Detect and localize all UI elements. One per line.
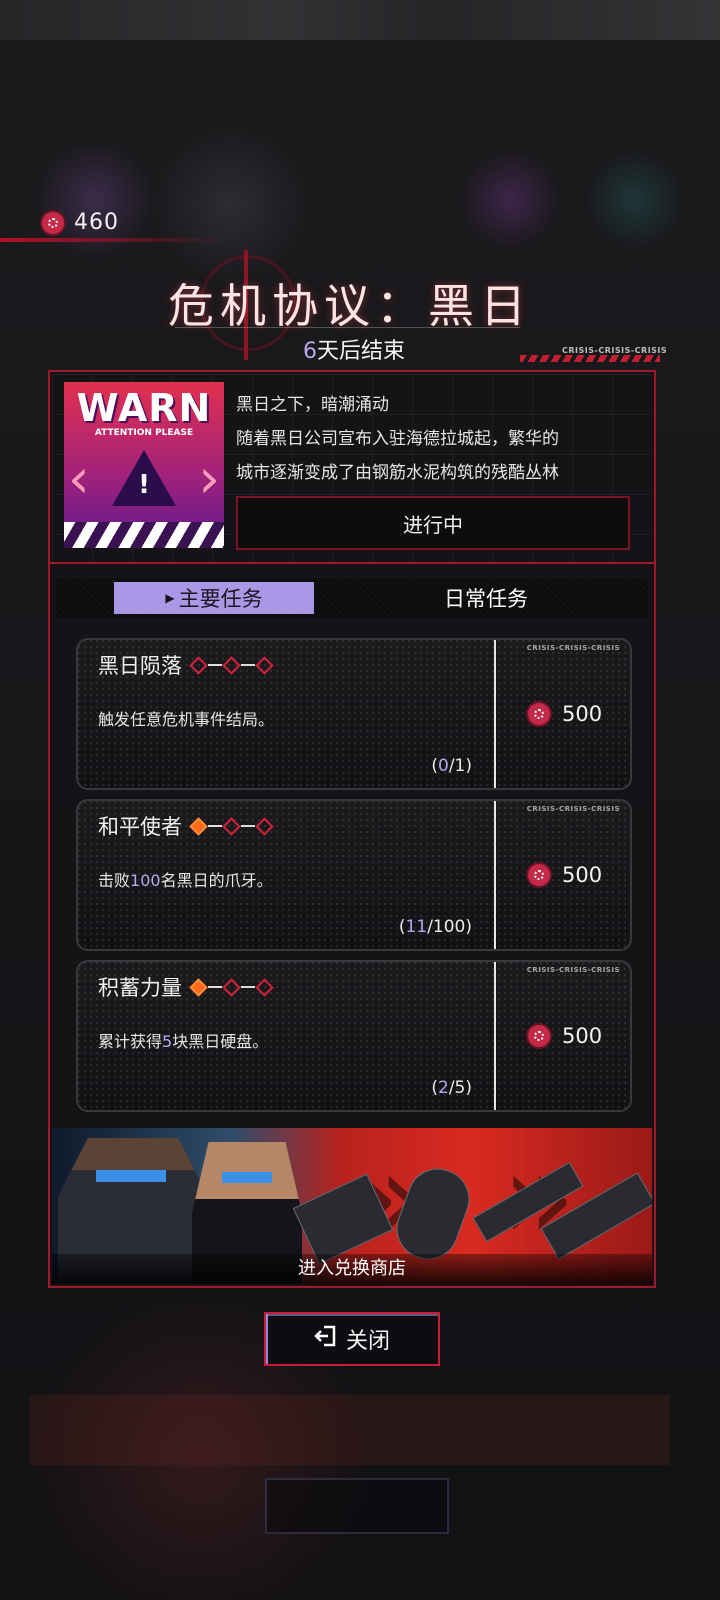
quest-desc-text: 击败 — [98, 871, 131, 890]
progress-total: /1) — [448, 756, 472, 776]
visor-decoration — [222, 1172, 272, 1183]
background-ghost-bar — [30, 1395, 670, 1465]
crisis-tag: CRISIS-CRISIS-CRISIS — [562, 346, 668, 355]
quest-card: 积蓄力量 累计获得5块黑日硬盘。 (2/5) CRISIS-CRISIS-CRI… — [76, 960, 632, 1112]
warn-poster: WARN ATTENTION PLEASE ‹ › ! — [64, 382, 224, 548]
progress-total: /100) — [427, 917, 472, 937]
diamond-icon — [222, 977, 241, 997]
quest-title: 积蓄力量 — [98, 972, 274, 1002]
quest-card: 黑日陨落 触发任意危机事件结局。 (0/1) CRISIS-CRISIS-CRI… — [76, 638, 632, 790]
description-line: 城市逐渐变成了由钢筋水泥构筑的残酷丛林 — [236, 463, 559, 483]
tab-main-quests[interactable]: ▶ 主要任务 — [114, 582, 314, 614]
quest-desc-text: 名黑日的爪牙。 — [160, 871, 273, 890]
difficulty-diamonds — [189, 816, 274, 836]
progress-open: ( — [431, 1078, 438, 1098]
progress-current: 2 — [437, 1078, 449, 1098]
currency-value: 460 — [74, 210, 119, 235]
reward-value: 500 — [562, 1024, 603, 1048]
crisis-tag: CRISIS-CRISIS-CRISIS — [526, 644, 620, 652]
quest-divider — [494, 962, 496, 1110]
quest-tabs: ▶ 主要任务 日常任务 — [56, 578, 648, 618]
quest-desc-text: 累计获得 — [98, 1032, 163, 1051]
background-ghost-button — [265, 1478, 449, 1534]
reward-value: 500 — [562, 702, 603, 726]
event-status-button[interactable]: 进行中 — [236, 496, 630, 550]
quest-desc-highlight: 100 — [130, 871, 161, 890]
currency-display: 460 — [42, 210, 119, 235]
difficulty-diamonds — [189, 977, 274, 997]
quest-description: 触发任意危机事件结局。 — [98, 706, 274, 730]
diamond-icon — [189, 655, 208, 675]
tab-label: 主要任务 — [178, 587, 263, 611]
quest-title-text: 和平使者 — [98, 815, 182, 839]
crisis-coin-icon — [528, 1025, 550, 1047]
progress-open: ( — [431, 756, 438, 776]
background-top — [0, 0, 720, 40]
progress-current: 0 — [437, 756, 449, 776]
arrow-right-icon: ▶ — [165, 591, 175, 605]
quest-title-text: 黑日陨落 — [98, 654, 182, 678]
crisis-coin-icon — [528, 864, 550, 886]
description-line: 黑日之下，暗潮涌动 — [236, 395, 389, 415]
diamond-icon — [255, 977, 274, 997]
event-panel: WARN ATTENTION PLEASE ‹ › ! 黑日之下，暗潮涌动 随着… — [48, 370, 656, 1288]
exit-icon — [314, 1325, 338, 1353]
countdown-suffix: 天后结束 — [316, 339, 405, 364]
quest-divider — [494, 801, 496, 949]
close-label: 关闭 — [345, 1329, 390, 1354]
quest-card: 和平使者 击败100名黑日的爪牙。 (11/100) CRISIS-CRISIS… — [76, 799, 632, 951]
diamond-icon — [222, 655, 241, 675]
countdown-days: 6 — [302, 339, 317, 364]
chevron-right-icon: › — [198, 447, 220, 510]
description-line: 随着黑日公司宣布入驻海德拉城起，繁华的 — [236, 429, 559, 449]
quest-desc-text: 块黑日硬盘。 — [172, 1032, 269, 1051]
warn-subtitle: ATTENTION PLEASE — [94, 428, 194, 438]
progress-total: /5) — [448, 1078, 472, 1098]
quest-description: 击败100名黑日的爪牙。 — [98, 867, 273, 891]
quest-title-text: 积蓄力量 — [98, 976, 182, 1000]
title-divider — [175, 327, 520, 328]
crisis-tag: CRISIS-CRISIS-CRISIS — [526, 805, 620, 813]
hazard-stripe — [520, 355, 660, 362]
progress-current: 11 — [405, 917, 428, 937]
reward-value: 500 — [562, 863, 603, 887]
diamond-filled-icon — [189, 977, 208, 997]
diamond-icon — [222, 816, 241, 836]
close-button[interactable]: 关闭 — [264, 1312, 440, 1366]
crisis-tag: CRISIS-CRISIS-CRISIS — [526, 966, 620, 974]
diamond-icon — [255, 655, 274, 675]
exclamation-icon: ! — [138, 470, 150, 500]
quest-progress: (2/5) — [431, 1078, 472, 1098]
crisis-coin-icon — [42, 211, 64, 234]
quest-divider — [494, 640, 496, 788]
tab-daily-quests[interactable]: 日常任务 — [386, 582, 586, 614]
quest-title: 和平使者 — [98, 811, 274, 841]
panel-divider — [50, 562, 654, 564]
quest-desc-text: 触发任意危机事件结局。 — [98, 710, 275, 729]
warn-stripes — [64, 522, 224, 548]
currency-underline — [0, 238, 230, 242]
quest-title: 黑日陨落 — [98, 650, 274, 680]
event-description: 黑日之下，暗潮涌动 随着黑日公司宣布入驻海德拉城起，繁华的 城市逐渐变成了由钢筋… — [236, 388, 646, 490]
quest-description: 累计获得5块黑日硬盘。 — [98, 1028, 268, 1052]
progress-open: ( — [398, 917, 406, 937]
shop-label: 进入兑换商店 — [298, 1258, 406, 1279]
visor-decoration — [96, 1170, 166, 1182]
difficulty-diamonds — [189, 655, 274, 675]
warn-title: WARN — [76, 386, 212, 430]
diamond-icon — [255, 816, 274, 836]
quest-reward[interactable]: 500 — [528, 702, 602, 726]
exchange-shop-banner[interactable]: » » 进入兑换商店 — [52, 1128, 652, 1284]
quest-reward[interactable]: 500 — [528, 863, 602, 887]
chevron-left-icon: ‹ — [68, 447, 90, 510]
quest-progress: (0/1) — [431, 756, 472, 776]
diamond-filled-icon — [189, 816, 208, 836]
quest-progress: (11/100) — [399, 917, 472, 937]
quest-desc-highlight: 5 — [162, 1032, 173, 1051]
crisis-coin-icon — [528, 703, 550, 725]
quest-reward[interactable]: 500 — [528, 1024, 602, 1048]
